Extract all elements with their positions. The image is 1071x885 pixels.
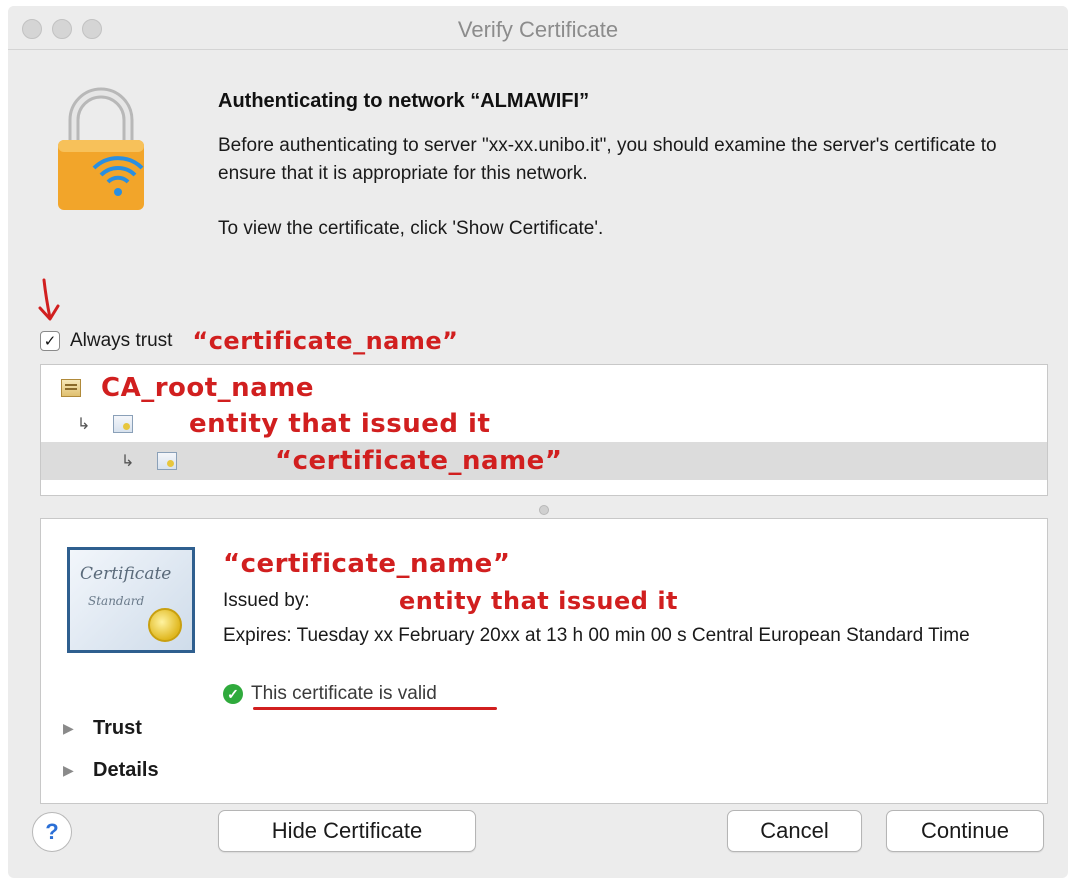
continue-button[interactable]: Continue (886, 810, 1044, 852)
always-trust-checkbox[interactable]: ✓ (40, 331, 60, 351)
certificate-icon (157, 452, 177, 470)
details-disclosure[interactable]: ▶ Details (63, 759, 159, 782)
certificate-name: “certificate_name” (223, 549, 511, 579)
seal-icon (148, 608, 182, 642)
lock-wifi-icon (58, 87, 144, 210)
tree-branch-icon: ↳ (121, 453, 135, 470)
hide-certificate-button[interactable]: Hide Certificate (218, 810, 476, 852)
red-arrow-annotation-icon (38, 278, 60, 321)
verify-certificate-dialog: Verify Certificate Authenticating to net… (8, 6, 1068, 878)
title-bar: Verify Certificate (8, 6, 1068, 50)
chain-item-root[interactable]: CA_root_name (41, 369, 1047, 407)
chain-item-label: entity that issued it (189, 409, 491, 439)
always-trust-certificate-annotation: “certificate_name” (192, 327, 459, 355)
chain-item-label: CA_root_name (101, 373, 314, 403)
details-disclosure-label: Details (93, 759, 159, 781)
help-button[interactable]: ? (32, 812, 72, 852)
certificate-large-icon: Certificate Standard (67, 547, 195, 653)
certificate-chain-list: CA_root_name ↳ entity that issued it ↳ “… (40, 364, 1048, 496)
chain-item-label: “certificate_name” (275, 446, 563, 476)
cancel-button[interactable]: Cancel (727, 810, 862, 852)
certificate-icon-subtext: Standard (88, 594, 145, 608)
certificate-detail-panel: Certificate Standard “certificate_name” … (40, 518, 1048, 804)
certificate-icon (113, 415, 133, 433)
validity-status-text: This certificate is valid (251, 683, 437, 704)
chain-item-leaf[interactable]: ↳ “certificate_name” (41, 442, 1047, 480)
always-trust-label[interactable]: Always trust (70, 330, 172, 352)
issued-by-value: entity that issued it (399, 587, 679, 615)
certificate-icon-text: Certificate (80, 564, 172, 584)
auth-hint: To view the certificate, click 'Show Cer… (218, 218, 604, 239)
always-trust-row: ✓ Always trust “certificate_name” (40, 326, 458, 356)
trust-disclosure-label: Trust (93, 717, 142, 739)
auth-description: Before authenticating to server "xx-xx.u… (218, 135, 997, 184)
window-title: Verify Certificate (457, 17, 619, 42)
trust-disclosure[interactable]: ▶ Trust (63, 717, 142, 740)
root-certificate-icon (61, 379, 81, 397)
split-view-handle[interactable] (539, 505, 549, 515)
auth-title: Authenticating to network “ALMAWIFI” (218, 90, 590, 112)
valid-check-icon: ✓ (223, 684, 243, 704)
validity-status: ✓ This certificate is valid (223, 683, 437, 705)
issued-by-row: Issued by: entity that issued it (223, 587, 678, 615)
tree-branch-icon: ↳ (77, 416, 91, 433)
chain-item-intermediate[interactable]: ↳ entity that issued it (41, 405, 1047, 443)
issued-by-label: Issued by: (223, 590, 310, 611)
checkmark-icon: ✓ (43, 332, 57, 350)
red-underline-annotation (253, 707, 497, 710)
disclosure-triangle-icon: ▶ (63, 720, 74, 736)
expiry-text: Expires: Tuesday xx February 20xx at 13 … (223, 625, 970, 646)
disclosure-triangle-icon: ▶ (63, 762, 74, 778)
